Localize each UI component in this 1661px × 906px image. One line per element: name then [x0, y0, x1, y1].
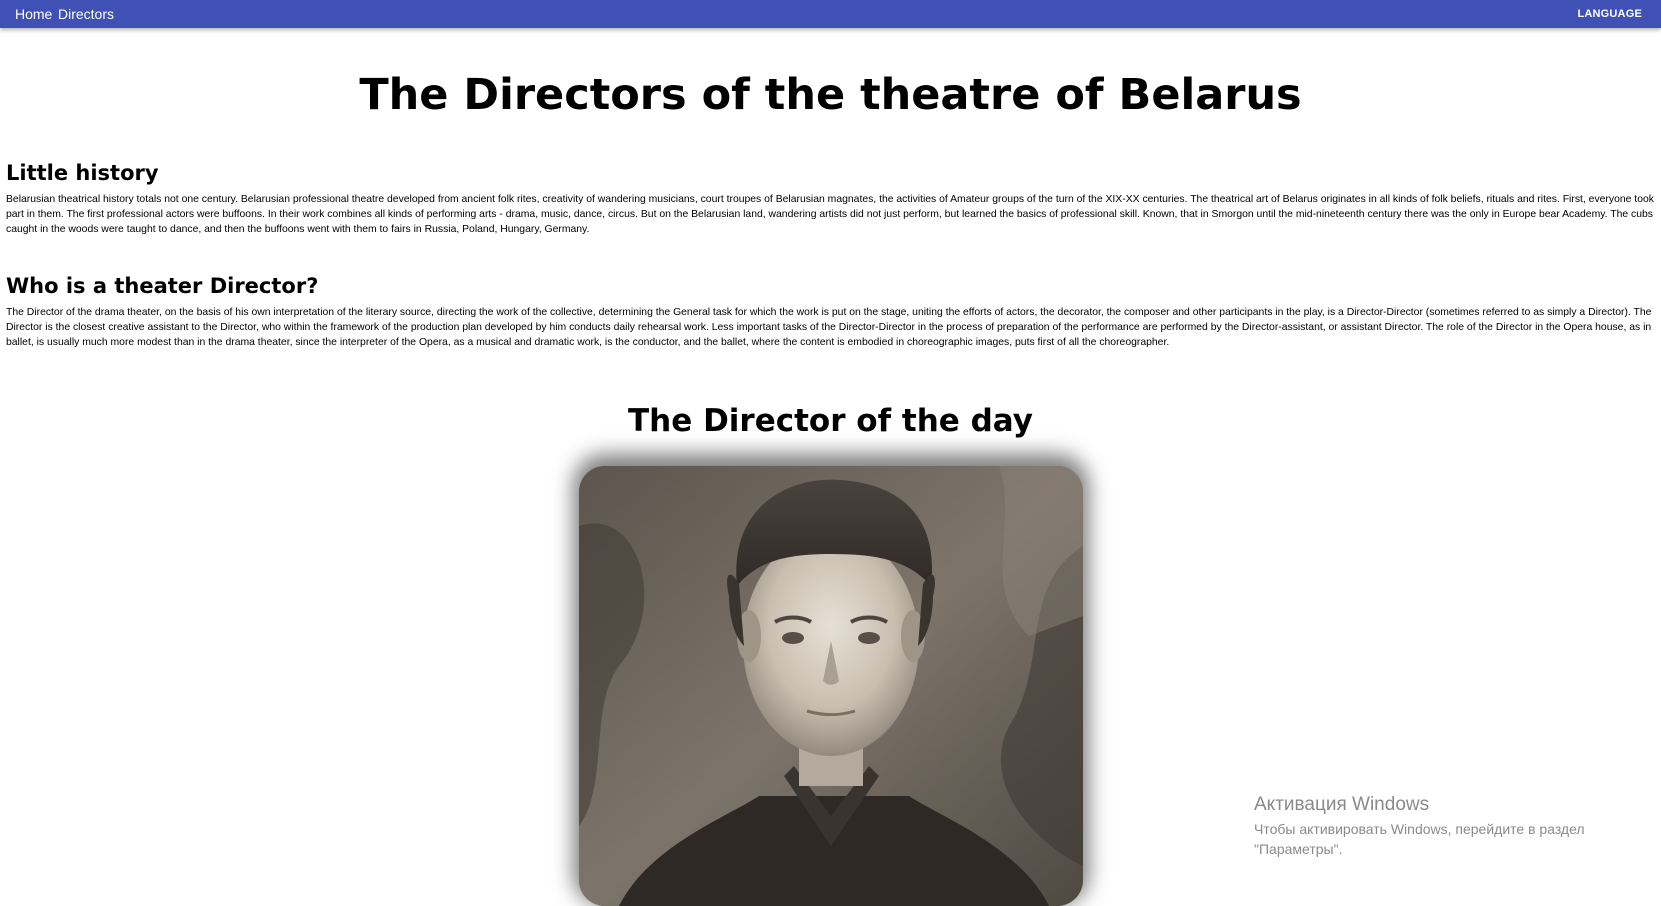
page-title: The Directors of the theatre of Belarus	[359, 70, 1302, 120]
director-portrait-photo	[579, 466, 1083, 906]
windows-activation-watermark: Активация Windows Чтобы активировать Win…	[1254, 793, 1654, 859]
watermark-title: Активация Windows	[1254, 794, 1430, 815]
director-role-heading: Who is a theater Director?	[6, 274, 319, 298]
top-navbar: Home Directors LANGUAGE	[0, 0, 1661, 28]
language-button[interactable]: LANGUAGE	[1577, 8, 1642, 20]
nav-directors-link[interactable]: Directors	[58, 6, 114, 22]
history-text: Belarusian theatrical history totals not…	[6, 194, 1654, 235]
history-heading: Little history	[6, 161, 159, 185]
director-role-text: The Director of the drama theater, on th…	[6, 307, 1652, 348]
director-of-day-heading: The Director of the day	[628, 403, 1033, 439]
nav-home-link[interactable]: Home	[15, 6, 52, 22]
watermark-text: Чтобы активировать Windows, перейдите в …	[1254, 821, 1585, 857]
